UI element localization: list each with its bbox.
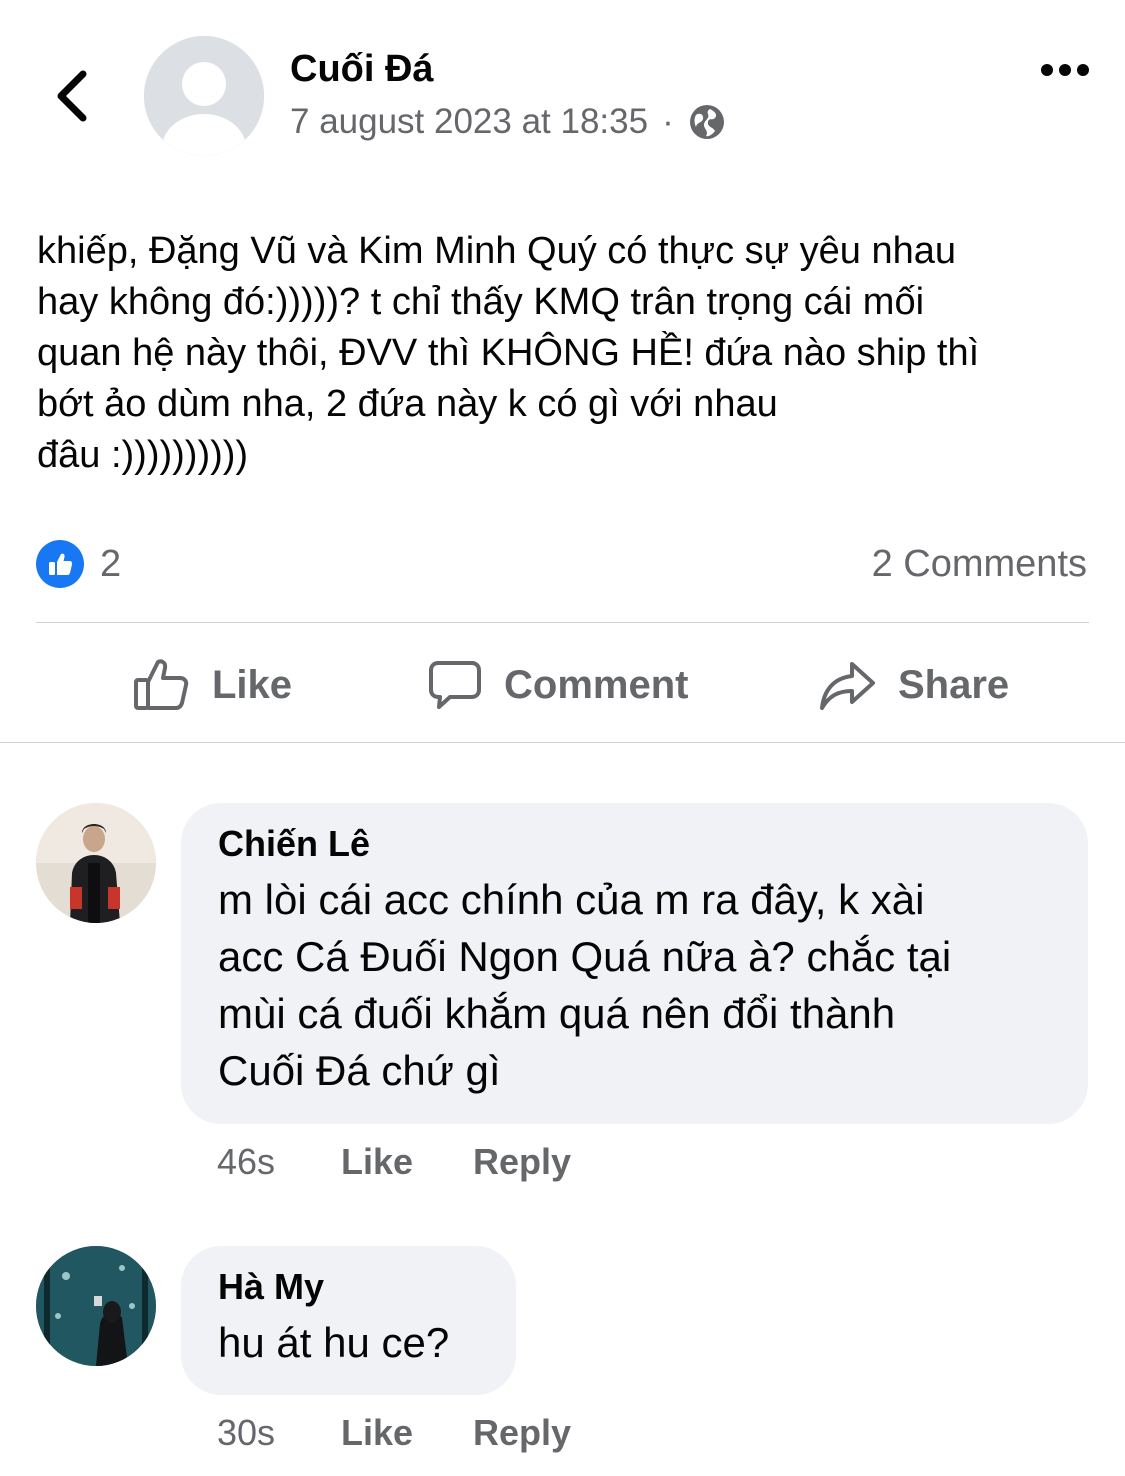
globe-icon	[689, 105, 724, 139]
thumbs-up-outline-icon	[134, 659, 189, 710]
post-text: khiếp, Đặng Vũ và Kim Minh Quý có thực s…	[37, 230, 980, 476]
more-dots-icon	[1041, 64, 1089, 76]
comment-button-label: Comment	[504, 662, 689, 707]
like-reaction-badge[interactable]	[36, 540, 84, 588]
meta-separator: ·	[662, 102, 674, 141]
comment-like-button[interactable]: Like	[341, 1412, 473, 1454]
back-button[interactable]	[44, 66, 100, 126]
commenter-photo-icon	[36, 1246, 156, 1366]
like-button-label: Like	[212, 662, 293, 707]
comment-time: 46s	[217, 1141, 276, 1182]
comment-reply-button[interactable]: Reply	[473, 1141, 571, 1183]
comment-text: m lòi cái acc chính của m ra đây, k xài …	[218, 876, 952, 1094]
post-timestamp[interactable]: 7 august 2023 at 18:35	[290, 102, 648, 142]
section-divider	[0, 742, 1125, 743]
comment-text: hu át hu ce?	[218, 1319, 450, 1366]
commenter-name[interactable]: Hà My	[218, 1266, 480, 1308]
like-button[interactable]: Like	[132, 650, 292, 720]
more-options-button[interactable]	[1030, 52, 1100, 88]
share-button[interactable]: Share	[818, 650, 1009, 720]
default-avatar-icon	[144, 36, 264, 156]
commenter-name[interactable]: Chiến Lê	[218, 823, 1052, 865]
comment-reply-button[interactable]: Reply	[473, 1412, 571, 1454]
share-arrow-icon	[820, 662, 875, 710]
post-meta: 7 august 2023 at 18:35 ·	[290, 102, 726, 142]
comment-meta: 30s Like Reply	[217, 1412, 571, 1454]
divider	[36, 622, 1089, 623]
comment-like-button[interactable]: Like	[341, 1141, 473, 1183]
author-avatar[interactable]	[144, 36, 264, 156]
chevron-left-icon	[57, 70, 87, 122]
comment-button[interactable]: Comment	[428, 650, 688, 720]
comment-time: 30s	[217, 1412, 276, 1453]
comment-meta: 46s Like Reply	[217, 1141, 571, 1183]
comment-bubble[interactable]: Chiến Lê m lòi cái acc chính của m ra đâ…	[181, 803, 1088, 1124]
commenter-avatar[interactable]	[36, 1246, 156, 1366]
share-button-label: Share	[898, 662, 1010, 707]
commenter-avatar[interactable]	[36, 803, 156, 923]
comment-bubble[interactable]: Hà My hu át hu ce?	[181, 1246, 516, 1395]
like-count[interactable]: 2	[100, 543, 121, 586]
author-name[interactable]: Cuối Đá	[290, 48, 434, 91]
comment-bubble-icon	[429, 661, 481, 709]
thumbs-up-icon	[49, 553, 73, 575]
comments-count[interactable]: 2 Comments	[872, 543, 1087, 586]
commenter-photo-icon	[36, 803, 156, 923]
